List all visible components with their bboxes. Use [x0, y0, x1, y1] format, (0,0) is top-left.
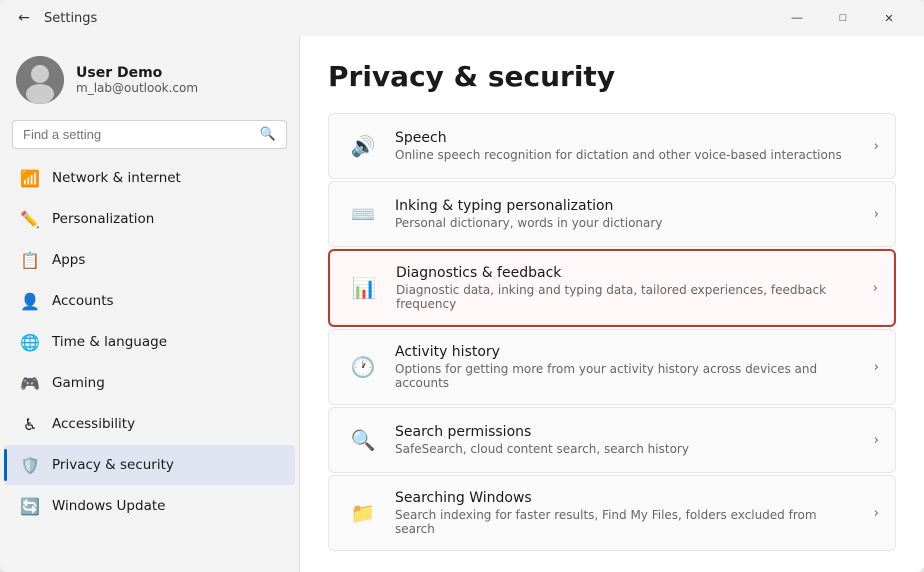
inking-typing-title: Inking & typing personalization [395, 198, 860, 214]
settings-item-inking-typing[interactable]: ⌨️ Inking & typing personalization Perso… [328, 181, 896, 247]
apps-icon: 📋 [20, 250, 40, 270]
sidebar-item-label: Windows Update [52, 498, 165, 514]
speech-text: Speech Online speech recognition for dic… [395, 130, 860, 162]
searching-windows-icon: 📁 [345, 495, 381, 531]
sidebar-item-label: Accounts [52, 293, 114, 309]
sidebar-item-privacy-security[interactable]: 🛡️ Privacy & security [4, 445, 295, 485]
inking-typing-desc: Personal dictionary, words in your dicti… [395, 216, 860, 230]
sidebar-item-network[interactable]: 📶 Network & internet [4, 158, 295, 198]
sidebar-item-label: Time & language [52, 334, 167, 350]
diagnostics-icon: 📊 [346, 270, 382, 306]
searching-windows-title: Searching Windows [395, 490, 860, 506]
sidebar-item-label: Privacy & security [52, 457, 174, 473]
search-icon: 🔍 [260, 127, 276, 142]
searching-windows-desc: Search indexing for faster results, Find… [395, 508, 860, 536]
activity-history-title: Activity history [395, 344, 860, 360]
settings-item-searching-windows[interactable]: 📁 Searching Windows Search indexing for … [328, 475, 896, 551]
maximize-button[interactable]: □ [820, 0, 866, 36]
avatar [16, 56, 64, 104]
diagnostics-chevron: › [873, 281, 878, 296]
sidebar-item-accessibility[interactable]: ♿ Accessibility [4, 404, 295, 444]
sidebar-item-label: Network & internet [52, 170, 181, 186]
search-permissions-title: Search permissions [395, 424, 860, 440]
title-bar: ← Settings — □ ✕ [0, 0, 924, 36]
diagnostics-desc: Diagnostic data, inking and typing data,… [396, 283, 859, 311]
user-email: m_lab@outlook.com [76, 81, 198, 95]
settings-window: ← Settings — □ ✕ User Demo m_ [0, 0, 924, 572]
sidebar-item-label: Personalization [52, 211, 154, 227]
back-button[interactable]: ← [12, 6, 36, 30]
sidebar-item-label: Apps [52, 252, 85, 268]
sidebar: User Demo m_lab@outlook.com 🔍 📶 Network … [0, 36, 300, 572]
settings-item-search-permissions[interactable]: 🔍 Search permissions SafeSearch, cloud c… [328, 407, 896, 473]
inking-typing-icon: ⌨️ [345, 196, 381, 232]
page-title: Privacy & security [328, 60, 896, 93]
searching-windows-text: Searching Windows Search indexing for fa… [395, 490, 860, 536]
user-name: User Demo [76, 65, 198, 81]
user-section: User Demo m_lab@outlook.com [0, 44, 299, 120]
search-permissions-text: Search permissions SafeSearch, cloud con… [395, 424, 860, 456]
sidebar-item-label: Gaming [52, 375, 105, 391]
sidebar-item-windows-update[interactable]: 🔄 Windows Update [4, 486, 295, 526]
sidebar-item-personalization[interactable]: ✏️ Personalization [4, 199, 295, 239]
searching-windows-chevron: › [874, 506, 879, 521]
settings-list: 🔊 Speech Online speech recognition for d… [328, 113, 896, 551]
accounts-icon: 👤 [20, 291, 40, 311]
main-layout: User Demo m_lab@outlook.com 🔍 📶 Network … [0, 36, 924, 572]
content-area: Privacy & security 🔊 Speech Online speec… [300, 36, 924, 572]
diagnostics-text: Diagnostics & feedback Diagnostic data, … [396, 265, 859, 311]
inking-typing-text: Inking & typing personalization Personal… [395, 198, 860, 230]
sidebar-item-gaming[interactable]: 🎮 Gaming [4, 363, 295, 403]
activity-history-desc: Options for getting more from your activ… [395, 362, 860, 390]
activity-history-icon: 🕐 [345, 349, 381, 385]
window-controls: — □ ✕ [774, 0, 912, 36]
inking-typing-chevron: › [874, 207, 879, 222]
user-info: User Demo m_lab@outlook.com [76, 65, 198, 95]
search-permissions-chevron: › [874, 433, 879, 448]
activity-history-chevron: › [874, 360, 879, 375]
sidebar-item-apps[interactable]: 📋 Apps [4, 240, 295, 280]
speech-icon: 🔊 [345, 128, 381, 164]
sidebar-item-label: Accessibility [52, 416, 135, 432]
accessibility-icon: ♿ [20, 414, 40, 434]
minimize-button[interactable]: — [774, 0, 820, 36]
privacy-security-icon: 🛡️ [20, 455, 40, 475]
sidebar-item-time-language[interactable]: 🌐 Time & language [4, 322, 295, 362]
speech-chevron: › [874, 139, 879, 154]
personalization-icon: ✏️ [20, 209, 40, 229]
settings-item-diagnostics[interactable]: 📊 Diagnostics & feedback Diagnostic data… [328, 249, 896, 327]
nav-list: 📶 Network & internet ✏️ Personalization … [0, 157, 299, 527]
sidebar-item-accounts[interactable]: 👤 Accounts [4, 281, 295, 321]
gaming-icon: 🎮 [20, 373, 40, 393]
activity-history-text: Activity history Options for getting mor… [395, 344, 860, 390]
search-permissions-desc: SafeSearch, cloud content search, search… [395, 442, 860, 456]
close-button[interactable]: ✕ [866, 0, 912, 36]
speech-desc: Online speech recognition for dictation … [395, 148, 860, 162]
search-input[interactable] [23, 127, 254, 142]
search-permissions-icon: 🔍 [345, 422, 381, 458]
search-box[interactable]: 🔍 [12, 120, 287, 149]
windows-update-icon: 🔄 [20, 496, 40, 516]
diagnostics-title: Diagnostics & feedback [396, 265, 859, 281]
settings-item-speech[interactable]: 🔊 Speech Online speech recognition for d… [328, 113, 896, 179]
title-bar-label: Settings [44, 11, 766, 26]
settings-item-activity-history[interactable]: 🕐 Activity history Options for getting m… [328, 329, 896, 405]
time-language-icon: 🌐 [20, 332, 40, 352]
network-icon: 📶 [20, 168, 40, 188]
speech-title: Speech [395, 130, 860, 146]
